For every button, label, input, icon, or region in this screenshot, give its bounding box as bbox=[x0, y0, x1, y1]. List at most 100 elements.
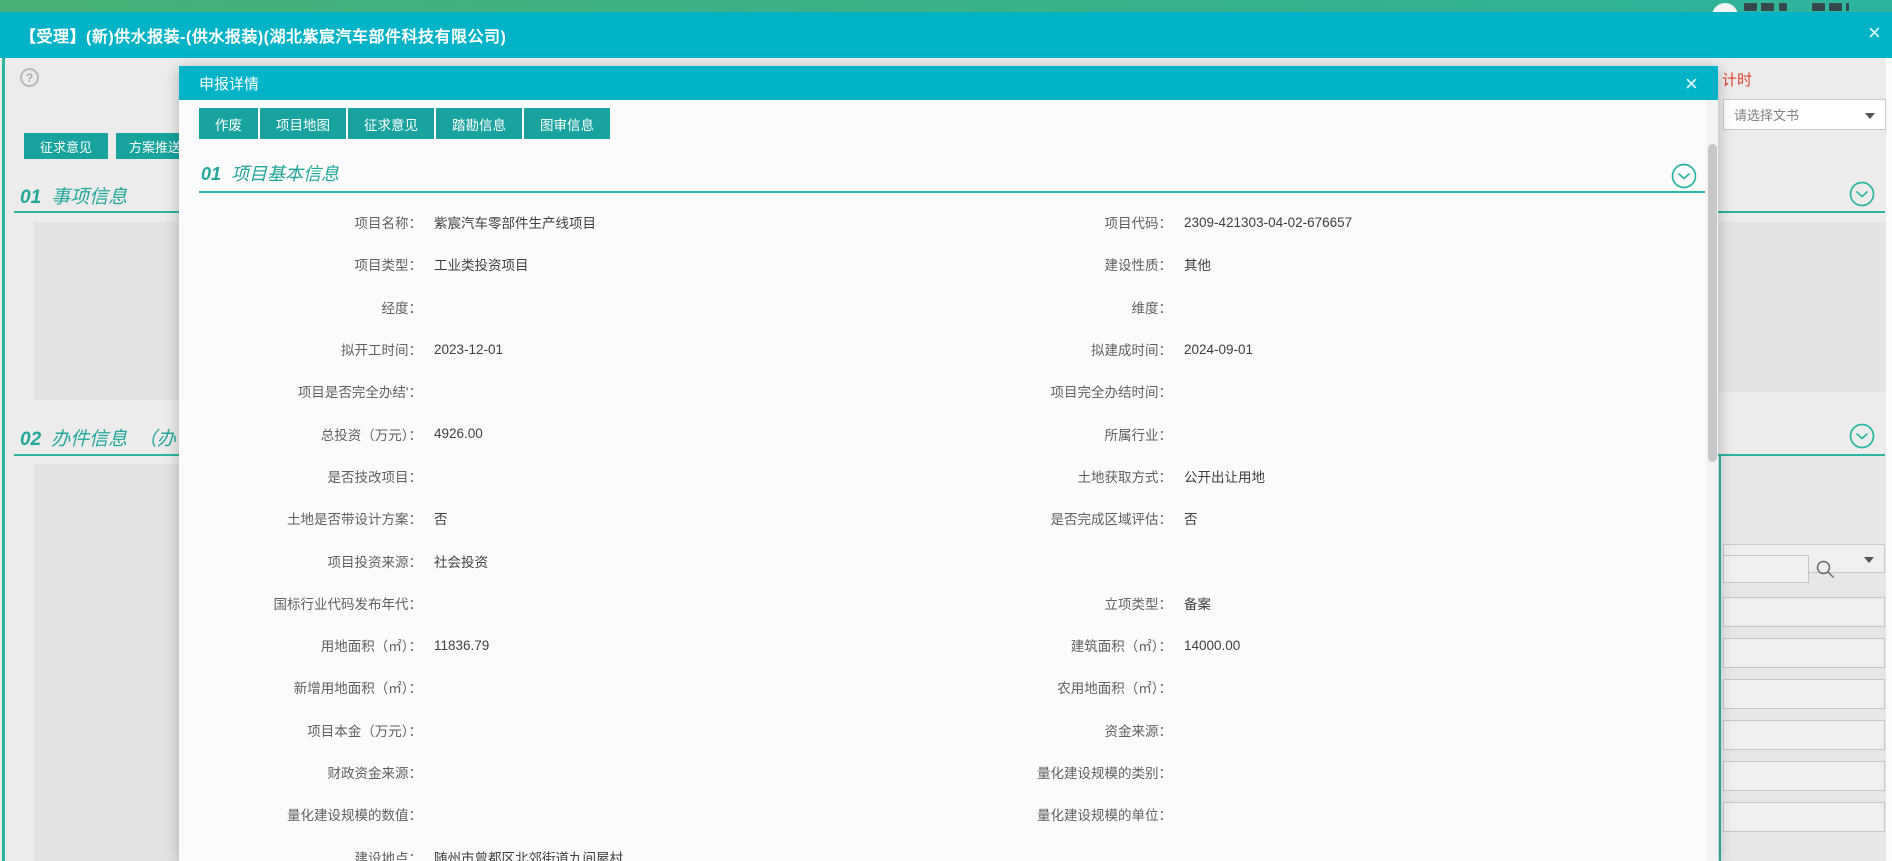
modal-tab[interactable]: 作废 bbox=[199, 108, 258, 139]
form-row: 新增用地面积（㎡）： 农用地面积（㎡）： bbox=[179, 666, 1706, 708]
modal-scrollbar-thumb[interactable] bbox=[1708, 144, 1717, 462]
user-greeting-clipped bbox=[1829, 3, 1842, 11]
side-field-input[interactable] bbox=[1723, 597, 1885, 627]
field-label: 建筑面积（㎡）： bbox=[970, 635, 1172, 655]
window-close-icon[interactable]: × bbox=[1868, 22, 1881, 44]
modal-tab[interactable]: 项目地图 bbox=[260, 108, 346, 139]
field-value: 11836.79 bbox=[434, 638, 970, 653]
field-label: 土地是否带设计方案： bbox=[179, 508, 422, 528]
field-value: 14000.00 bbox=[1184, 638, 1240, 653]
form-row: 项目是否完全办结'： 项目完全办结时间： bbox=[179, 370, 1706, 412]
section-heading-matter-info: 01 事项信息 bbox=[20, 182, 180, 209]
side-field-input[interactable] bbox=[1723, 720, 1885, 750]
modal-tabs: 作废 项目地图 征求意见 踏勘信息 图审信息 bbox=[199, 108, 610, 139]
search-icon[interactable] bbox=[1814, 558, 1836, 580]
field-value: 其他 bbox=[1184, 254, 1211, 274]
field-label: 项目完全办结时间： bbox=[970, 381, 1172, 401]
document-select-value: 请选择文书 bbox=[1734, 105, 1799, 124]
field-label: 量化建设规模的单位： bbox=[970, 804, 1172, 824]
search-input[interactable] bbox=[1723, 555, 1809, 583]
field-label: 量化建设规模的类别： bbox=[970, 762, 1172, 782]
field-label: 资金来源： bbox=[970, 720, 1172, 740]
field-label: 拟建成时间： bbox=[970, 339, 1172, 359]
field-label: 项目本金（万元）： bbox=[179, 720, 422, 740]
modal-tab[interactable]: 征求意见 bbox=[348, 108, 434, 139]
field-label: 建设地点： bbox=[179, 847, 422, 861]
section-underline bbox=[14, 211, 179, 213]
field-label: 所属行业： bbox=[970, 424, 1172, 444]
timer-label: 计时 bbox=[1722, 69, 1752, 90]
section-title-suffix: （办 bbox=[138, 429, 176, 450]
form-row: 拟开工时间： 2023-12-01 拟建成时间： 2024-09-01 bbox=[179, 328, 1706, 370]
user-greeting-clipped bbox=[1812, 3, 1825, 11]
form-rows: 项目名称： 紫宸汽车零部件生产线项目 项目代码： 2309-421303-04-… bbox=[179, 201, 1706, 861]
section-title: 办件信息 bbox=[51, 429, 127, 450]
field-label: 农用地面积（㎡）： bbox=[970, 677, 1172, 697]
form-row: 项目本金（万元）： 资金来源： bbox=[179, 709, 1706, 751]
solicit-opinion-button[interactable]: 征求意见 bbox=[24, 133, 108, 159]
field-value: 2023-12-01 bbox=[434, 342, 970, 357]
user-greeting-clipped bbox=[1761, 3, 1774, 11]
field-label: 维度： bbox=[970, 297, 1172, 317]
field-label: 财政资金来源： bbox=[179, 762, 422, 782]
matter-info-panel bbox=[34, 222, 179, 400]
section-title: 项目基本信息 bbox=[231, 164, 339, 184]
section-title: 事项信息 bbox=[51, 187, 127, 208]
user-greeting-clipped bbox=[1744, 3, 1757, 11]
field-value: 2024-09-01 bbox=[1184, 342, 1253, 357]
case-info-panel bbox=[34, 464, 179, 861]
section-number: 01 bbox=[20, 187, 41, 208]
form-row: 土地是否带设计方案： 否 是否完成区域评估： 否 bbox=[179, 497, 1706, 539]
help-icon[interactable]: ? bbox=[20, 68, 39, 87]
field-value: 4926.00 bbox=[434, 426, 970, 441]
section-heading-project-basic-info: 01 项目基本信息 bbox=[201, 161, 339, 187]
field-label: 总投资（万元）： bbox=[179, 424, 422, 444]
side-field-input[interactable] bbox=[1723, 638, 1885, 668]
field-label: 项目代码： bbox=[970, 212, 1172, 232]
avatar bbox=[1712, 3, 1738, 12]
window-title: 【受理】(新)供水报装-(供水报装)(湖北紫宸汽车部件科技有限公司) bbox=[20, 23, 506, 47]
modal-title: 申报详情 bbox=[199, 73, 259, 94]
chevron-down-circle-icon[interactable] bbox=[1849, 181, 1875, 207]
form-row: 国标行业代码发布年代： 立项类型： 备案 bbox=[179, 582, 1706, 624]
right-edge-strip bbox=[1886, 58, 1892, 861]
field-value: 否 bbox=[1184, 508, 1198, 528]
side-field-input[interactable] bbox=[1723, 761, 1885, 791]
side-field-input[interactable] bbox=[1723, 679, 1885, 709]
modal-header: 申报详情 bbox=[179, 66, 1718, 100]
form-row: 总投资（万元）： 4926.00 所属行业： bbox=[179, 412, 1706, 454]
caret-down-icon bbox=[1864, 557, 1874, 563]
form-row: 是否技改项目： 土地获取方式： 公开出让用地 bbox=[179, 455, 1706, 497]
field-label: 项目名称： bbox=[179, 212, 422, 232]
modal-tab[interactable]: 图审信息 bbox=[524, 108, 610, 139]
field-value: 社会投资 bbox=[434, 551, 970, 571]
form-row: 财政资金来源： 量化建设规模的类别： bbox=[179, 751, 1706, 793]
field-value: 公开出让用地 bbox=[1184, 466, 1265, 486]
section-underline bbox=[1718, 211, 1885, 213]
field-value: 紫宸汽车零部件生产线项目 bbox=[434, 212, 970, 232]
field-label: 项目类型： bbox=[179, 254, 422, 274]
chevron-down-circle-icon[interactable] bbox=[1849, 423, 1875, 449]
window-titlebar: 【受理】(新)供水报装-(供水报装)(湖北紫宸汽车部件科技有限公司) bbox=[0, 12, 1892, 58]
form-row: 量化建设规模的数值： 量化建设规模的单位： bbox=[179, 793, 1706, 835]
field-value: 备案 bbox=[1184, 593, 1211, 613]
field-value: 否 bbox=[434, 508, 970, 528]
field-value: 随州市曾都区北郊街道九间屋村 bbox=[434, 847, 970, 861]
field-label: 是否技改项目： bbox=[179, 466, 422, 486]
modal-close-icon[interactable]: × bbox=[1685, 73, 1698, 95]
field-label: 拟开工时间： bbox=[179, 339, 422, 359]
field-label: 项目是否完全办结'： bbox=[179, 381, 422, 401]
section-number: 01 bbox=[201, 164, 221, 184]
modal-scrollbar-track[interactable] bbox=[1706, 100, 1718, 861]
field-label: 量化建设规模的数值： bbox=[179, 804, 422, 824]
field-label: 项目投资来源： bbox=[179, 551, 422, 571]
user-greeting-clipped bbox=[1779, 3, 1787, 11]
side-field-input[interactable] bbox=[1723, 802, 1885, 832]
form-row: 经度： 维度： bbox=[179, 286, 1706, 328]
field-label: 新增用地面积（㎡）： bbox=[179, 677, 422, 697]
document-select[interactable]: 请选择文书 bbox=[1723, 99, 1886, 130]
field-value: 2309-421303-04-02-676657 bbox=[1184, 215, 1352, 230]
modal-tab[interactable]: 踏勘信息 bbox=[436, 108, 522, 139]
chevron-down-circle-icon[interactable] bbox=[1671, 163, 1697, 189]
section-number: 02 bbox=[20, 429, 41, 450]
